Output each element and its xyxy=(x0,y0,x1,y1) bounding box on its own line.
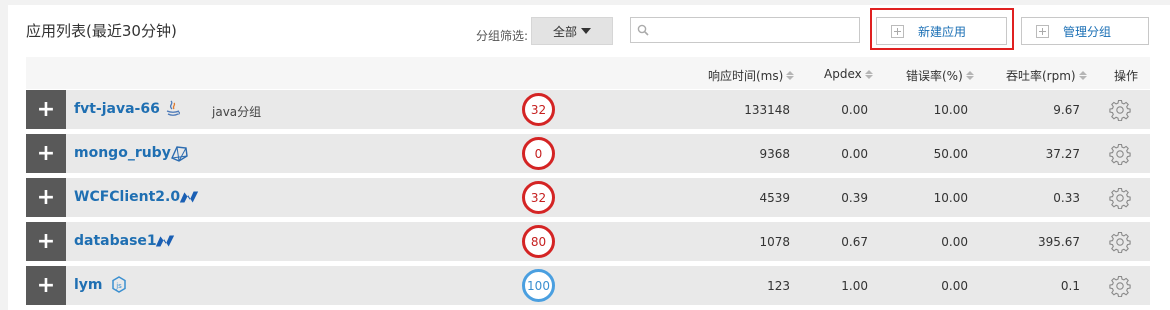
plus-icon xyxy=(891,24,904,38)
app-list-panel: 应用列表(最近30分钟) 分组筛选: 全部 新建应用 管理分组 响应时间(ms)… xyxy=(8,5,1170,310)
error-rate-value: 0.00 xyxy=(941,235,968,249)
plus-icon xyxy=(1036,24,1049,38)
dotnet-icon xyxy=(179,191,199,203)
expand-row-button[interactable]: + xyxy=(26,134,66,173)
group-filter-value: 全部 xyxy=(552,24,577,39)
group-filter-select[interactable]: 全部 xyxy=(531,17,613,45)
gear-icon[interactable] xyxy=(1109,231,1131,253)
search-box[interactable] xyxy=(630,17,860,43)
nodejs-icon: js xyxy=(112,276,126,293)
response-time-value: 123 xyxy=(767,279,790,293)
alert-count-badge[interactable]: 0 xyxy=(522,137,555,170)
table-row: + mongo_ruby 0 9368 0.00 50.00 37.27 xyxy=(26,134,1150,173)
new-app-button[interactable]: 新建应用 xyxy=(876,17,1007,45)
gear-icon[interactable] xyxy=(1109,275,1131,297)
group-filter-label: 分组筛选: xyxy=(476,29,529,43)
column-header-throughput[interactable]: 吞吐率(rpm) xyxy=(1006,67,1087,84)
apdex-value: 0.67 xyxy=(841,235,868,249)
apdex-value: 0.00 xyxy=(841,103,868,117)
column-header-actions: 操作 xyxy=(1114,69,1139,83)
alert-count-badge[interactable]: 80 xyxy=(522,225,555,258)
apdex-value: 0.39 xyxy=(841,191,868,205)
throughput-value: 0.1 xyxy=(1060,279,1080,293)
gear-icon[interactable] xyxy=(1109,143,1131,165)
expand-row-button[interactable]: + xyxy=(26,266,66,305)
new-app-label: 新建应用 xyxy=(918,24,967,39)
throughput-value: 0.33 xyxy=(1053,191,1080,205)
manage-groups-button[interactable]: 管理分组 xyxy=(1021,17,1149,45)
column-header-apdex[interactable]: Apdex xyxy=(824,67,873,81)
dotnet-icon xyxy=(155,235,175,247)
apdex-value: 1.00 xyxy=(841,279,868,293)
table-row: + lym js 100 123 1.00 0.00 0.1 xyxy=(26,266,1150,305)
response-time-value: 4539 xyxy=(759,191,790,205)
apdex-value: 0.00 xyxy=(841,147,868,161)
alert-count-badge[interactable]: 100 xyxy=(522,269,555,302)
app-name-link[interactable]: lym xyxy=(74,277,103,293)
app-name-link[interactable]: fvt-java-66 xyxy=(74,101,160,117)
app-name-link[interactable]: database1 xyxy=(74,233,157,249)
table-row: + database1 80 1078 0.67 0.00 395.67 xyxy=(26,222,1150,261)
gear-icon[interactable] xyxy=(1109,99,1131,121)
sort-icon xyxy=(1078,71,1087,80)
java-icon xyxy=(166,100,180,116)
gear-icon[interactable] xyxy=(1109,187,1131,209)
page-title: 应用列表(最近30分钟) xyxy=(26,22,177,40)
chevron-down-icon xyxy=(581,28,591,34)
table-row: + WCFClient2.0 32 4539 0.39 10.00 0.33 xyxy=(26,178,1150,217)
sort-icon xyxy=(864,69,873,79)
response-time-value: 133148 xyxy=(744,103,790,117)
sort-icon xyxy=(786,71,795,80)
alert-count-badge[interactable]: 32 xyxy=(522,93,555,126)
table-header: 响应时间(ms) Apdex 错误率(%) 吞吐率(rpm) 操作 xyxy=(26,57,1150,89)
sort-icon xyxy=(965,71,974,80)
app-name-link[interactable]: WCFClient2.0 xyxy=(74,189,180,205)
column-header-error-rate[interactable]: 错误率(%) xyxy=(906,67,974,84)
table-row: + fvt-java-66 java分组 32 133148 0.00 10.0… xyxy=(26,90,1150,129)
alert-count-badge[interactable]: 32 xyxy=(522,181,555,214)
ruby-icon xyxy=(171,146,188,162)
throughput-value: 9.67 xyxy=(1053,103,1080,117)
expand-row-button[interactable]: + xyxy=(26,90,66,129)
svg-text:js: js xyxy=(115,282,122,290)
column-header-response-time[interactable]: 响应时间(ms) xyxy=(708,67,795,84)
expand-row-button[interactable]: + xyxy=(26,222,66,261)
app-name-link[interactable]: mongo_ruby xyxy=(74,145,171,161)
expand-row-button[interactable]: + xyxy=(26,178,66,217)
error-rate-value: 10.00 xyxy=(933,103,968,117)
search-input[interactable] xyxy=(655,20,855,40)
manage-groups-label: 管理分组 xyxy=(1063,24,1112,39)
error-rate-value: 50.00 xyxy=(933,147,968,161)
error-rate-value: 0.00 xyxy=(941,279,968,293)
response-time-value: 1078 xyxy=(759,235,790,249)
app-group-tag: java分组 xyxy=(212,105,262,119)
throughput-value: 37.27 xyxy=(1045,147,1080,161)
throughput-value: 395.67 xyxy=(1038,235,1080,249)
response-time-value: 9368 xyxy=(759,147,790,161)
error-rate-value: 10.00 xyxy=(933,191,968,205)
search-icon xyxy=(637,24,649,36)
